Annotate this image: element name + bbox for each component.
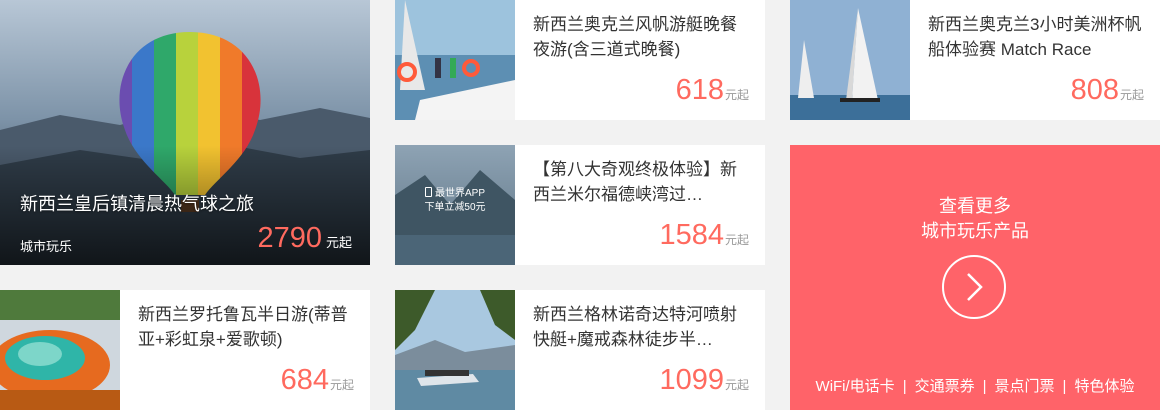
hero-title: 新西兰皇后镇清晨热气球之旅: [20, 194, 254, 214]
product-price-value: 808: [1070, 74, 1119, 106]
product-card-milford-sound[interactable]: 最世界APP 下单立减50元 【第八大奇观终极体验】新西兰米尔福德峡湾过… 15…: [395, 145, 765, 265]
product-title: 新西兰格林诺奇达特河喷射快艇+魔戒森林徒步半…: [533, 305, 737, 349]
hero-price-unit: 元起: [325, 235, 352, 250]
product-price-value: 618: [675, 74, 724, 106]
product-title: 新西兰奥克兰3小时美洲杯帆船体验赛 Match Race: [928, 15, 1142, 59]
view-more-panel[interactable]: 查看更多 城市玩乐产品 WiFi/电话卡 | 交通票券 | 景点门票 | 特色体验: [790, 145, 1160, 410]
product-price-value: 684: [280, 364, 329, 396]
product-image: [0, 290, 120, 410]
hero-price-value: 2790: [257, 222, 322, 254]
app-promo-line1: 最世界APP: [434, 188, 485, 199]
product-image: [395, 0, 515, 120]
app-promo-badge: 最世界APP 下单立减50元: [395, 187, 515, 215]
product-price: 618元起: [676, 75, 749, 110]
view-more-line2: 城市玩乐产品: [921, 221, 1029, 241]
category-links: WiFi/电话卡 | 交通票券 | 景点门票 | 特色体验: [790, 375, 1160, 396]
product-card-dart-river-jet[interactable]: 新西兰格林诺奇达特河喷射快艇+魔戒森林徒步半… 1099元起: [395, 290, 765, 410]
product-image: [395, 290, 515, 410]
product-image: [790, 0, 910, 120]
product-price: 1099元起: [659, 365, 749, 400]
link-separator: |: [902, 378, 907, 395]
link-special-experiences[interactable]: 特色体验: [1074, 375, 1134, 396]
product-title: 新西兰罗托鲁瓦半日游(蒂普亚+彩虹泉+爱歌顿): [138, 305, 348, 349]
hero-card-hot-air-balloon[interactable]: 新西兰皇后镇清晨热气球之旅 城市玩乐 2790 元起: [0, 0, 370, 265]
product-price-unit: 元起: [724, 378, 749, 392]
arrow-right-circle-icon[interactable]: [942, 255, 1006, 319]
link-wifi-sim[interactable]: WiFi/电话卡: [816, 375, 895, 396]
link-separator: |: [1062, 378, 1067, 395]
view-more-line1: 查看更多: [939, 196, 1011, 216]
product-price: 808元起: [1071, 75, 1144, 110]
link-separator: |: [982, 378, 987, 395]
hero-category: 城市玩乐: [20, 239, 73, 254]
link-transport-tickets[interactable]: 交通票券: [915, 375, 975, 396]
product-card-match-race[interactable]: 新西兰奥克兰3小时美洲杯帆船体验赛 Match Race 808元起: [790, 0, 1160, 120]
app-promo-line2: 下单立减50元: [424, 202, 486, 213]
hero-price: 2790 元起: [257, 222, 352, 255]
product-card-yacht-dinner[interactable]: 新西兰奥克兰风帆游艇晚餐夜游(含三道式晚餐) 618元起: [395, 0, 765, 120]
product-price: 1584元起: [659, 220, 749, 255]
product-price: 684元起: [281, 365, 354, 400]
link-attraction-tickets[interactable]: 景点门票: [995, 375, 1055, 396]
product-price-unit: 元起: [724, 233, 749, 247]
product-title: 新西兰奥克兰风帆游艇晚餐夜游(含三道式晚餐): [533, 15, 737, 59]
product-image: 最世界APP 下单立减50元: [395, 145, 515, 265]
product-price-value: 1099: [659, 364, 724, 396]
product-price-unit: 元起: [329, 378, 354, 392]
product-price-unit: 元起: [724, 88, 749, 102]
product-card-rotorua[interactable]: 新西兰罗托鲁瓦半日游(蒂普亚+彩虹泉+爱歌顿) 684元起: [0, 290, 370, 410]
product-title: 【第八大奇观终极体验】新西兰米尔福德峡湾过…: [533, 160, 737, 204]
product-price-unit: 元起: [1119, 88, 1144, 102]
product-price-value: 1584: [659, 219, 724, 251]
phone-icon: [424, 187, 432, 197]
